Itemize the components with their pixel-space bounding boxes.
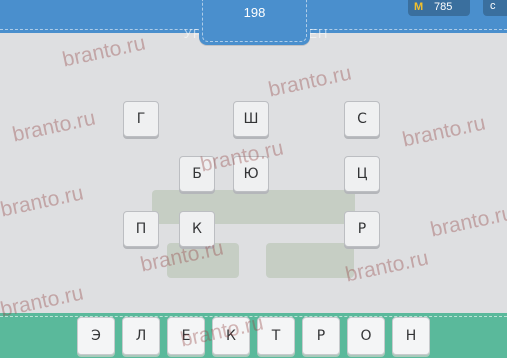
watermark-text: branto.ru: [0, 181, 86, 222]
coin-icon: M: [414, 1, 424, 13]
level-tab: 198: [199, 0, 310, 45]
watermark-text: branto.ru: [266, 61, 354, 102]
level-number: 198: [243, 5, 266, 20]
coin-count: 785: [434, 1, 453, 13]
answer-slot[interactable]: К: [212, 317, 250, 355]
answer-slot[interactable]: О: [347, 317, 385, 355]
letter-tile[interactable]: К: [179, 211, 215, 247]
corner-button[interactable]: c: [483, 0, 507, 16]
dim-left-button: [167, 243, 239, 278]
watermark-text: branto.ru: [428, 201, 507, 242]
dim-right-button: [266, 243, 354, 278]
answer-slot[interactable]: Н: [392, 317, 430, 355]
answer-slot[interactable]: Э: [77, 317, 115, 355]
letter-tile[interactable]: Ю: [233, 156, 269, 192]
watermark-text: branto.ru: [400, 111, 488, 152]
letter-tile[interactable]: Ц: [344, 156, 380, 192]
letter-tile[interactable]: Б: [179, 156, 215, 192]
letter-tile[interactable]: Р: [344, 211, 380, 247]
watermark-text: branto.ru: [343, 246, 431, 287]
watermark-text: branto.ru: [10, 106, 98, 147]
answer-slot[interactable]: Л: [122, 317, 160, 355]
answer-slot[interactable]: Е: [167, 317, 205, 355]
answer-slot[interactable]: Р: [302, 317, 340, 355]
letter-tile[interactable]: Г: [123, 101, 159, 137]
watermark-text: branto.ru: [60, 31, 148, 72]
letter-tile[interactable]: С: [344, 101, 380, 137]
corner-icon: c: [490, 0, 496, 12]
answer-slot[interactable]: Т: [257, 317, 295, 355]
letter-tile[interactable]: Ш: [233, 101, 269, 137]
letter-tile[interactable]: П: [123, 211, 159, 247]
coin-counter[interactable]: M 785: [408, 0, 470, 16]
